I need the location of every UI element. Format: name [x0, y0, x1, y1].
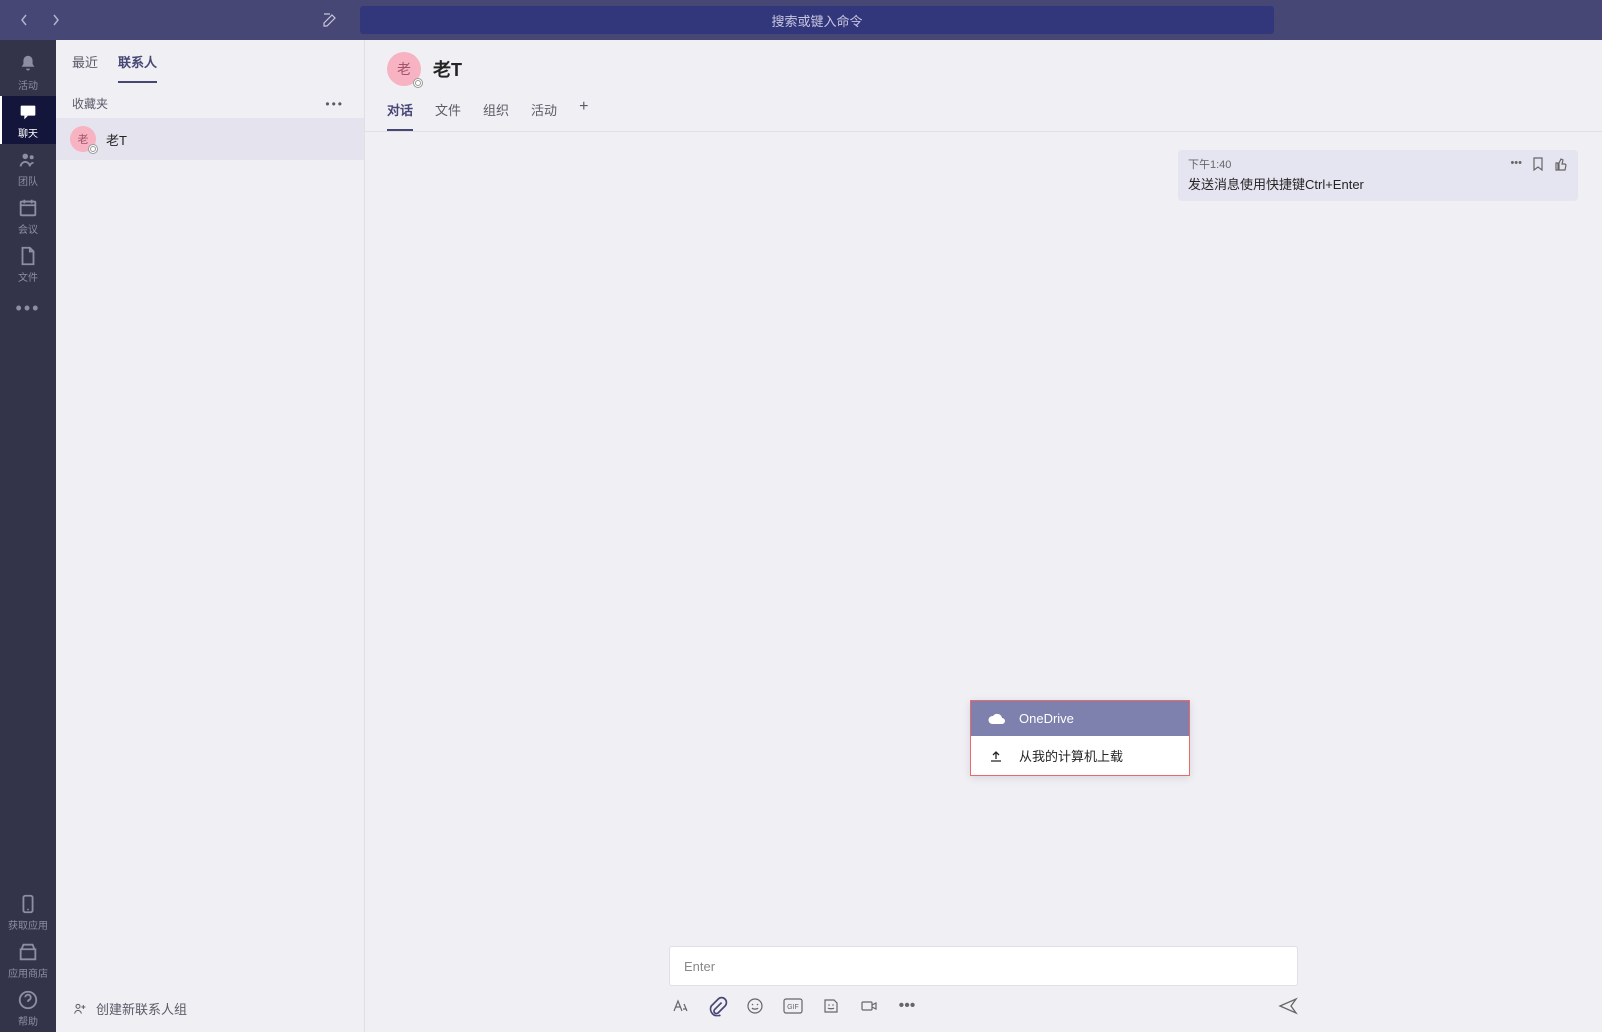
gif-icon: GIF — [783, 998, 803, 1014]
message-text: 发送消息使用快捷键Ctrl+Enter — [1188, 174, 1568, 193]
attach-upload-label: 从我的计算机上载 — [1019, 746, 1123, 765]
paperclip-icon — [707, 996, 728, 1017]
rail-app-store[interactable]: 应用商店 — [0, 936, 56, 984]
rail-chat-label: 聊天 — [18, 125, 38, 140]
chat-header: 老 老T 对话 文件 组织 活动 + — [365, 40, 1602, 131]
chat-title: 老T — [433, 56, 462, 82]
chat-icon — [17, 101, 39, 123]
chat-tab-org[interactable]: 组织 — [483, 100, 509, 131]
send-button[interactable] — [1278, 996, 1298, 1016]
message-list: 下午1:40 ••• 发送消息使用快捷键Ctrl+Enter — [365, 132, 1602, 946]
compose-icon — [322, 12, 338, 28]
store-icon — [17, 941, 39, 963]
rail-get-app-label: 获取应用 — [8, 917, 48, 932]
chat-avatar: 老 — [387, 52, 421, 86]
rail-help[interactable]: 帮助 — [0, 984, 56, 1032]
rail-meetings[interactable]: 会议 — [0, 192, 56, 240]
file-icon — [17, 245, 39, 267]
sticker-icon — [822, 997, 840, 1015]
nav-forward-button[interactable] — [44, 8, 68, 32]
gif-button[interactable]: GIF — [783, 996, 803, 1016]
composer-area: Enter GIF — [365, 946, 1602, 1032]
chat-list-pane: 最近 联系人 收藏夹 ••• 老 老T 创建新联系人组 — [56, 40, 365, 1032]
svg-text:GIF: GIF — [787, 1004, 799, 1011]
rail-files-label: 文件 — [18, 269, 38, 284]
message-outgoing[interactable]: 下午1:40 ••• 发送消息使用快捷键Ctrl+Enter — [1178, 150, 1578, 201]
phone-icon — [17, 893, 39, 915]
message-input[interactable]: Enter — [669, 946, 1298, 986]
upload-icon — [987, 748, 1005, 764]
calendar-icon — [17, 197, 39, 219]
attach-menu: OneDrive 从我的计算机上载 — [970, 700, 1190, 776]
emoji-icon — [746, 997, 764, 1015]
create-contact-group-button[interactable]: 创建新联系人组 — [56, 985, 364, 1032]
composer-toolbar: GIF ••• — [669, 986, 1298, 1016]
contact-item[interactable]: 老 老T — [56, 118, 364, 160]
meet-now-button[interactable] — [859, 996, 879, 1016]
emoji-button[interactable] — [745, 996, 765, 1016]
avatar-initial: 老 — [78, 131, 89, 147]
add-group-icon — [72, 1001, 88, 1017]
list-tab-recent[interactable]: 最近 — [72, 52, 98, 83]
title-bar: 搜索或键入命令 — [0, 0, 1602, 40]
rail-help-label: 帮助 — [18, 1013, 38, 1028]
onedrive-icon — [987, 713, 1005, 725]
presence-icon — [413, 78, 423, 88]
rail-activity-label: 活动 — [18, 77, 38, 92]
bookmark-icon[interactable] — [1532, 157, 1544, 171]
rail-activity[interactable]: 活动 — [0, 48, 56, 96]
search-input[interactable]: 搜索或键入命令 — [360, 6, 1274, 34]
more-icon: ••• — [16, 298, 41, 319]
create-contact-group-label: 创建新联系人组 — [96, 999, 187, 1018]
presence-icon — [88, 144, 98, 154]
rail-chat[interactable]: 聊天 — [0, 96, 56, 144]
favorites-section-label: 收藏夹 — [72, 95, 108, 112]
chevron-right-icon — [51, 13, 61, 27]
list-tab-contacts[interactable]: 联系人 — [118, 52, 157, 83]
composer-more-button[interactable]: ••• — [897, 996, 917, 1016]
favorites-more-button[interactable]: ••• — [321, 97, 348, 111]
contact-name: 老T — [106, 130, 127, 149]
rail-teams-label: 团队 — [18, 173, 38, 188]
chat-avatar-initial: 老 — [397, 59, 411, 79]
chevron-left-icon — [19, 13, 29, 27]
bell-icon — [17, 53, 39, 75]
attach-onedrive-label: OneDrive — [1019, 711, 1074, 726]
help-icon — [17, 989, 39, 1011]
message-more-button[interactable]: ••• — [1510, 157, 1522, 171]
attach-upload[interactable]: 从我的计算机上载 — [971, 736, 1189, 775]
rail-get-app[interactable]: 获取应用 — [0, 888, 56, 936]
chat-tab-files[interactable]: 文件 — [435, 100, 461, 131]
chat-tab-add[interactable]: + — [579, 100, 588, 131]
message-input-placeholder: Enter — [684, 959, 1297, 974]
format-button[interactable] — [669, 996, 689, 1016]
teams-icon — [17, 149, 39, 171]
rail-meetings-label: 会议 — [18, 221, 38, 236]
attach-button[interactable] — [706, 995, 729, 1018]
rail-teams[interactable]: 团队 — [0, 144, 56, 192]
chat-main: 老 老T 对话 文件 组织 活动 + 下午1:40 ••• — [365, 40, 1602, 1032]
send-icon — [1278, 996, 1298, 1016]
format-icon — [670, 997, 688, 1015]
attach-onedrive[interactable]: OneDrive — [971, 701, 1189, 736]
sticker-button[interactable] — [821, 996, 841, 1016]
chat-tab-activity[interactable]: 活动 — [531, 100, 557, 131]
video-icon — [860, 997, 878, 1015]
app-rail: 活动 聊天 团队 会议 文件 ••• 获取应用 应用商店 — [0, 40, 56, 1032]
chat-tab-conversation[interactable]: 对话 — [387, 100, 413, 131]
rail-more[interactable]: ••• — [0, 288, 56, 328]
message-time: 下午1:40 — [1188, 156, 1510, 172]
nav-back-button[interactable] — [12, 8, 36, 32]
avatar: 老 — [70, 126, 96, 152]
rail-files[interactable]: 文件 — [0, 240, 56, 288]
like-icon[interactable] — [1554, 157, 1568, 171]
rail-app-store-label: 应用商店 — [8, 965, 48, 980]
new-chat-button[interactable] — [316, 6, 344, 34]
search-placeholder: 搜索或键入命令 — [771, 11, 862, 30]
